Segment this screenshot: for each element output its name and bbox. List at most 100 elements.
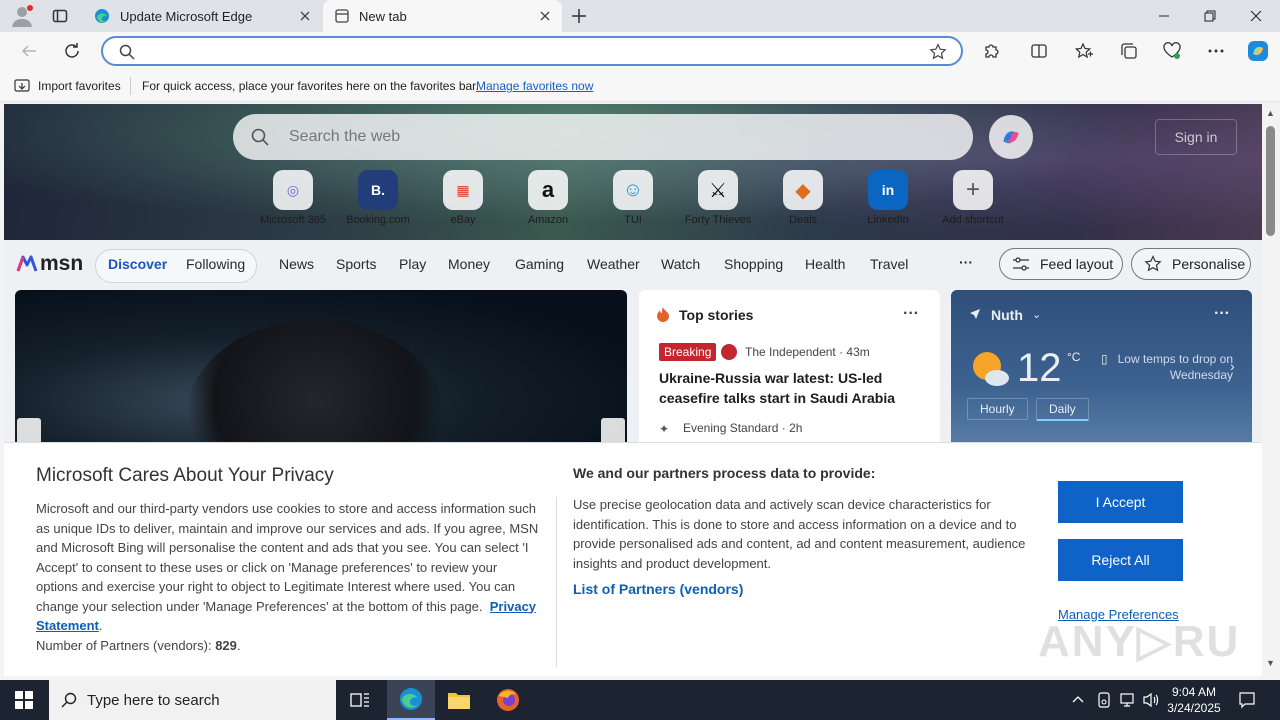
weather-next-icon[interactable]: › bbox=[1230, 358, 1235, 374]
close-tab-icon[interactable] bbox=[298, 9, 312, 23]
import-favorites-icon[interactable] bbox=[14, 78, 30, 94]
collections-icon[interactable] bbox=[1118, 40, 1140, 62]
volume-icon[interactable] bbox=[1142, 692, 1160, 708]
new-tab-button[interactable] bbox=[570, 7, 588, 25]
tab-following[interactable]: Following bbox=[186, 256, 245, 272]
hero-news-image[interactable] bbox=[15, 290, 627, 450]
copilot-button[interactable] bbox=[989, 115, 1033, 159]
page-scrollbar[interactable]: ▲ ▼ bbox=[1262, 104, 1280, 676]
minimize-button[interactable] bbox=[1141, 0, 1187, 32]
fire-icon bbox=[656, 306, 670, 322]
refresh-button[interactable] bbox=[61, 40, 83, 62]
title-bar: Update Microsoft Edge New tab bbox=[0, 0, 1280, 32]
tab-daily[interactable]: Daily bbox=[1036, 398, 1089, 421]
story-headline[interactable]: Ukraine-Russia war latest: US-led ceasef… bbox=[659, 368, 924, 408]
taskbar-search-box[interactable]: Type here to search bbox=[49, 680, 336, 720]
taskbar-clock[interactable]: 9:04 AM 3/24/2025 bbox=[1166, 684, 1222, 716]
task-view-icon[interactable] bbox=[336, 680, 384, 720]
restore-button[interactable] bbox=[1187, 0, 1233, 32]
firefox-icon[interactable] bbox=[484, 680, 532, 720]
nav-play[interactable]: Play bbox=[399, 256, 426, 272]
shortcut-deals[interactable]: ◆ Deals bbox=[758, 170, 848, 226]
address-bar[interactable] bbox=[101, 36, 963, 66]
search-placeholder: Search the web bbox=[289, 128, 401, 145]
list-of-partners-link[interactable]: List of Partners (vendors) bbox=[573, 581, 1033, 597]
reject-all-button[interactable]: Reject All bbox=[1058, 539, 1183, 581]
show-hidden-icons-icon[interactable] bbox=[1071, 692, 1085, 706]
back-button[interactable] bbox=[18, 40, 40, 62]
tab-actions-icon[interactable] bbox=[52, 8, 68, 24]
add-shortcut-button[interactable]: + Add shortcut bbox=[928, 170, 1018, 226]
purposes-body: Use precise geolocation data and activel… bbox=[573, 497, 1026, 571]
top-stories-card: Top stories ··· Breaking The Independent… bbox=[639, 290, 940, 450]
notifications-icon[interactable] bbox=[1238, 691, 1256, 709]
shortcut-amazon[interactable]: a Amazon bbox=[503, 170, 593, 226]
shortcut-linkedin[interactable]: in LinkedIn bbox=[843, 170, 933, 226]
split-screen-icon[interactable] bbox=[1028, 40, 1050, 62]
weather-more-icon[interactable]: ··· bbox=[1214, 305, 1230, 323]
extensions-icon[interactable] bbox=[980, 40, 1002, 62]
more-menu-icon[interactable] bbox=[1205, 40, 1227, 62]
shortcut-ebay[interactable]: ▦ eBay bbox=[418, 170, 508, 226]
shortcut-tui[interactable]: ☺ TUI bbox=[588, 170, 678, 226]
svg-text:ANY▷RUN: ANY▷RUN bbox=[1038, 617, 1238, 666]
sign-in-button[interactable]: Sign in bbox=[1155, 119, 1237, 155]
thermometer-icon: ▯ bbox=[1101, 352, 1108, 366]
web-search-box[interactable]: Search the web bbox=[233, 114, 973, 160]
deals-tag-icon: ◆ bbox=[783, 170, 823, 210]
microsoft-365-icon: ◎ bbox=[273, 170, 313, 210]
nav-more-icon[interactable]: ··· bbox=[959, 254, 973, 270]
favorite-star-icon[interactable] bbox=[929, 43, 947, 61]
close-window-button[interactable] bbox=[1233, 0, 1279, 32]
privacy-title: Microsoft Cares About Your Privacy bbox=[36, 465, 334, 486]
nav-news[interactable]: News bbox=[279, 256, 314, 272]
browser-essentials-icon[interactable] bbox=[1161, 40, 1183, 62]
partners-count-label: Number of Partners (vendors): bbox=[36, 637, 212, 653]
scroll-thumb[interactable] bbox=[1266, 126, 1275, 236]
profile-icon[interactable] bbox=[10, 5, 34, 27]
shortcut-booking[interactable]: B. Booking.com bbox=[333, 170, 423, 226]
shortcut-label: Add shortcut bbox=[942, 214, 1004, 226]
file-explorer-icon[interactable] bbox=[435, 680, 483, 720]
shortcut-microsoft-365[interactable]: ◎ Microsoft 365 bbox=[248, 170, 338, 226]
start-button[interactable] bbox=[0, 680, 48, 720]
top-stories-more-icon[interactable]: ··· bbox=[903, 305, 919, 323]
favorites-icon[interactable] bbox=[1073, 40, 1095, 62]
purposes-title: We and our partners process data to prov… bbox=[573, 465, 876, 481]
device-icon[interactable] bbox=[1096, 692, 1112, 708]
personalise-icon bbox=[1144, 255, 1162, 273]
nav-travel[interactable]: Travel bbox=[870, 256, 908, 272]
network-icon[interactable] bbox=[1119, 692, 1135, 708]
hero-subject bbox=[185, 320, 445, 450]
feed-layout-button[interactable]: Feed layout bbox=[999, 248, 1123, 280]
edge-taskbar-icon[interactable] bbox=[387, 680, 435, 720]
privacy-body: Microsoft and our third-party vendors us… bbox=[36, 501, 539, 653]
nav-shopping[interactable]: Shopping bbox=[724, 256, 783, 272]
manage-favorites-link[interactable]: Manage favorites now bbox=[476, 79, 593, 93]
accept-button[interactable]: I Accept bbox=[1058, 481, 1183, 523]
nav-money[interactable]: Money bbox=[448, 256, 490, 272]
shortcut-forty-thieves[interactable]: ⚔ Forty Thieves bbox=[673, 170, 763, 226]
tab-discover[interactable]: Discover bbox=[108, 256, 167, 272]
chevron-down-icon[interactable]: ⌄ bbox=[1032, 308, 1041, 321]
nav-health[interactable]: Health bbox=[805, 256, 845, 272]
import-favorites-button[interactable]: Import favorites bbox=[38, 79, 121, 93]
favorites-hint-text: For quick access, place your favorites h… bbox=[142, 79, 479, 93]
tab-update-edge[interactable]: Update Microsoft Edge bbox=[84, 0, 322, 32]
settings-gear-icon[interactable] bbox=[1118, 128, 1136, 146]
close-tab-icon[interactable] bbox=[538, 9, 552, 23]
personalise-button[interactable]: Personalise bbox=[1131, 248, 1251, 280]
tab-new-tab[interactable]: New tab bbox=[323, 0, 562, 32]
scroll-down-icon[interactable]: ▼ bbox=[1266, 658, 1275, 668]
scroll-up-icon[interactable]: ▲ bbox=[1266, 108, 1275, 118]
nav-sports[interactable]: Sports bbox=[336, 256, 376, 272]
msn-logo[interactable]: msn bbox=[16, 252, 83, 276]
weather-location[interactable]: Nuth bbox=[991, 307, 1023, 323]
nav-watch[interactable]: Watch bbox=[661, 256, 700, 272]
copilot-icon[interactable] bbox=[1245, 38, 1271, 64]
partners-count-value: 829 bbox=[215, 637, 237, 653]
tab-hourly[interactable]: Hourly bbox=[967, 398, 1028, 420]
nav-weather[interactable]: Weather bbox=[587, 256, 640, 272]
edge-icon bbox=[94, 8, 110, 24]
nav-gaming[interactable]: Gaming bbox=[515, 256, 564, 272]
